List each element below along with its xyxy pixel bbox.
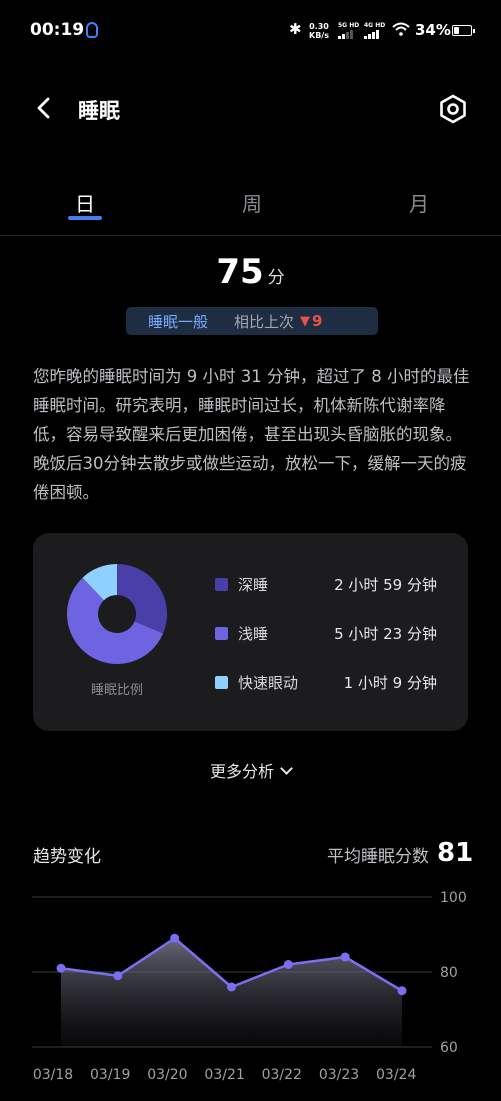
legend-name: 深睡 [238,576,269,594]
trend-title: 趋势变化 [33,847,101,867]
more-analysis-label: 更多分析 [209,762,274,781]
x-tick-label: 03/22 [262,1067,302,1083]
data-point [283,960,293,969]
x-tick-label: 03/21 [204,1067,244,1083]
y-tick-label: 60 [440,1040,458,1056]
data-point [113,971,123,981]
score-value: 75 [216,252,264,292]
y-tick-label: 100 [440,890,467,906]
legend-name: 快速眼动 [238,674,299,692]
avg-score-label: 平均睡眠分数 [327,847,429,867]
chevron-down-icon [280,762,293,775]
sleep-description: 您昨晚的睡眠时间为 9 小时 31 分钟，超过了 8 小时的最佳睡眠时间。研究表… [33,367,470,502]
trend-area [61,938,402,1047]
light-sleep-swatch [215,627,228,640]
tab-day[interactable]: 日 [55,188,115,217]
sim1-signal-icon: 5G HD [338,22,359,39]
rem-sleep-swatch [215,676,228,689]
legend-name: 浅睡 [238,625,269,643]
page-title: 睡眠 [78,99,120,123]
bluetooth-icon: ✱ [289,20,302,38]
battery-icon [452,25,475,36]
x-tick-label: 03/20 [147,1067,187,1083]
network-speed: 0.30 KB/s [309,22,329,40]
data-point [56,963,66,973]
donut-caption: 睡眠比例 [90,683,143,698]
qq-notification-icon [86,22,98,38]
sim2-signal-icon: 4G HD [364,22,385,39]
avg-score-value: 81 [437,838,474,868]
trend-chart: 100 80 60 03/18 03/19 03/20 03/21 03/22 03/23 03… [32,890,467,1083]
donut-slice-0 [117,564,167,634]
down-arrow-icon: ▼ [300,313,311,329]
sleep-score: 75 分 [0,252,501,292]
x-tick-label: 03/19 [90,1067,130,1083]
deep-sleep-swatch [215,578,228,591]
more-analysis-button[interactable]: 更多分析 [0,758,501,782]
score-badge: 睡眠一般 相比上次 ▼ 9 [126,307,378,335]
period-tabs: 日 周 月 [0,180,501,236]
sleep-ratio-card: 睡眠比例 深睡 2 小时 59 分钟 浅睡 5 小时 23 分钟 快速眼动 1 … [33,533,468,731]
sleep-level: 睡眠一般 [148,312,209,331]
legend-rem-sleep: 快速眼动 1 小时 9 分钟 [215,671,437,695]
x-tick-label: 03/24 [376,1067,416,1083]
legend-duration: 5 小时 23 分钟 [334,625,437,643]
legend-deep-sleep: 深睡 2 小时 59 分钟 [215,573,437,597]
tab-month[interactable]: 月 [389,188,449,217]
header: 睡眠 [0,80,501,140]
data-point [227,982,236,992]
compare-label: 相比上次 [234,312,295,331]
x-tick-label: 03/23 [319,1067,359,1083]
score-unit: 分 [267,268,285,288]
back-button[interactable] [34,96,52,120]
data-point [340,952,350,962]
wifi-icon [392,22,410,36]
legend-duration: 2 小时 59 分钟 [334,576,437,594]
data-point [170,933,180,943]
battery-percent: 34% [415,21,451,39]
sleep-ratio-donut [67,564,167,664]
tab-week[interactable]: 周 [222,188,282,217]
settings-button[interactable] [438,94,468,124]
compare-diff: 9 [312,312,323,330]
active-tab-indicator [68,216,102,220]
status-bar: 00:19 ✱ 0.30 KB/s 5G HD 4G HD 34% [0,0,501,62]
legend-duration: 1 小时 9 分钟 [343,674,437,692]
y-tick-label: 80 [440,965,458,981]
legend-light-sleep: 浅睡 5 小时 23 分钟 [215,622,437,646]
x-tick-label: 03/18 [33,1067,73,1083]
data-point [397,986,407,996]
status-time: 00:19 [30,20,85,40]
